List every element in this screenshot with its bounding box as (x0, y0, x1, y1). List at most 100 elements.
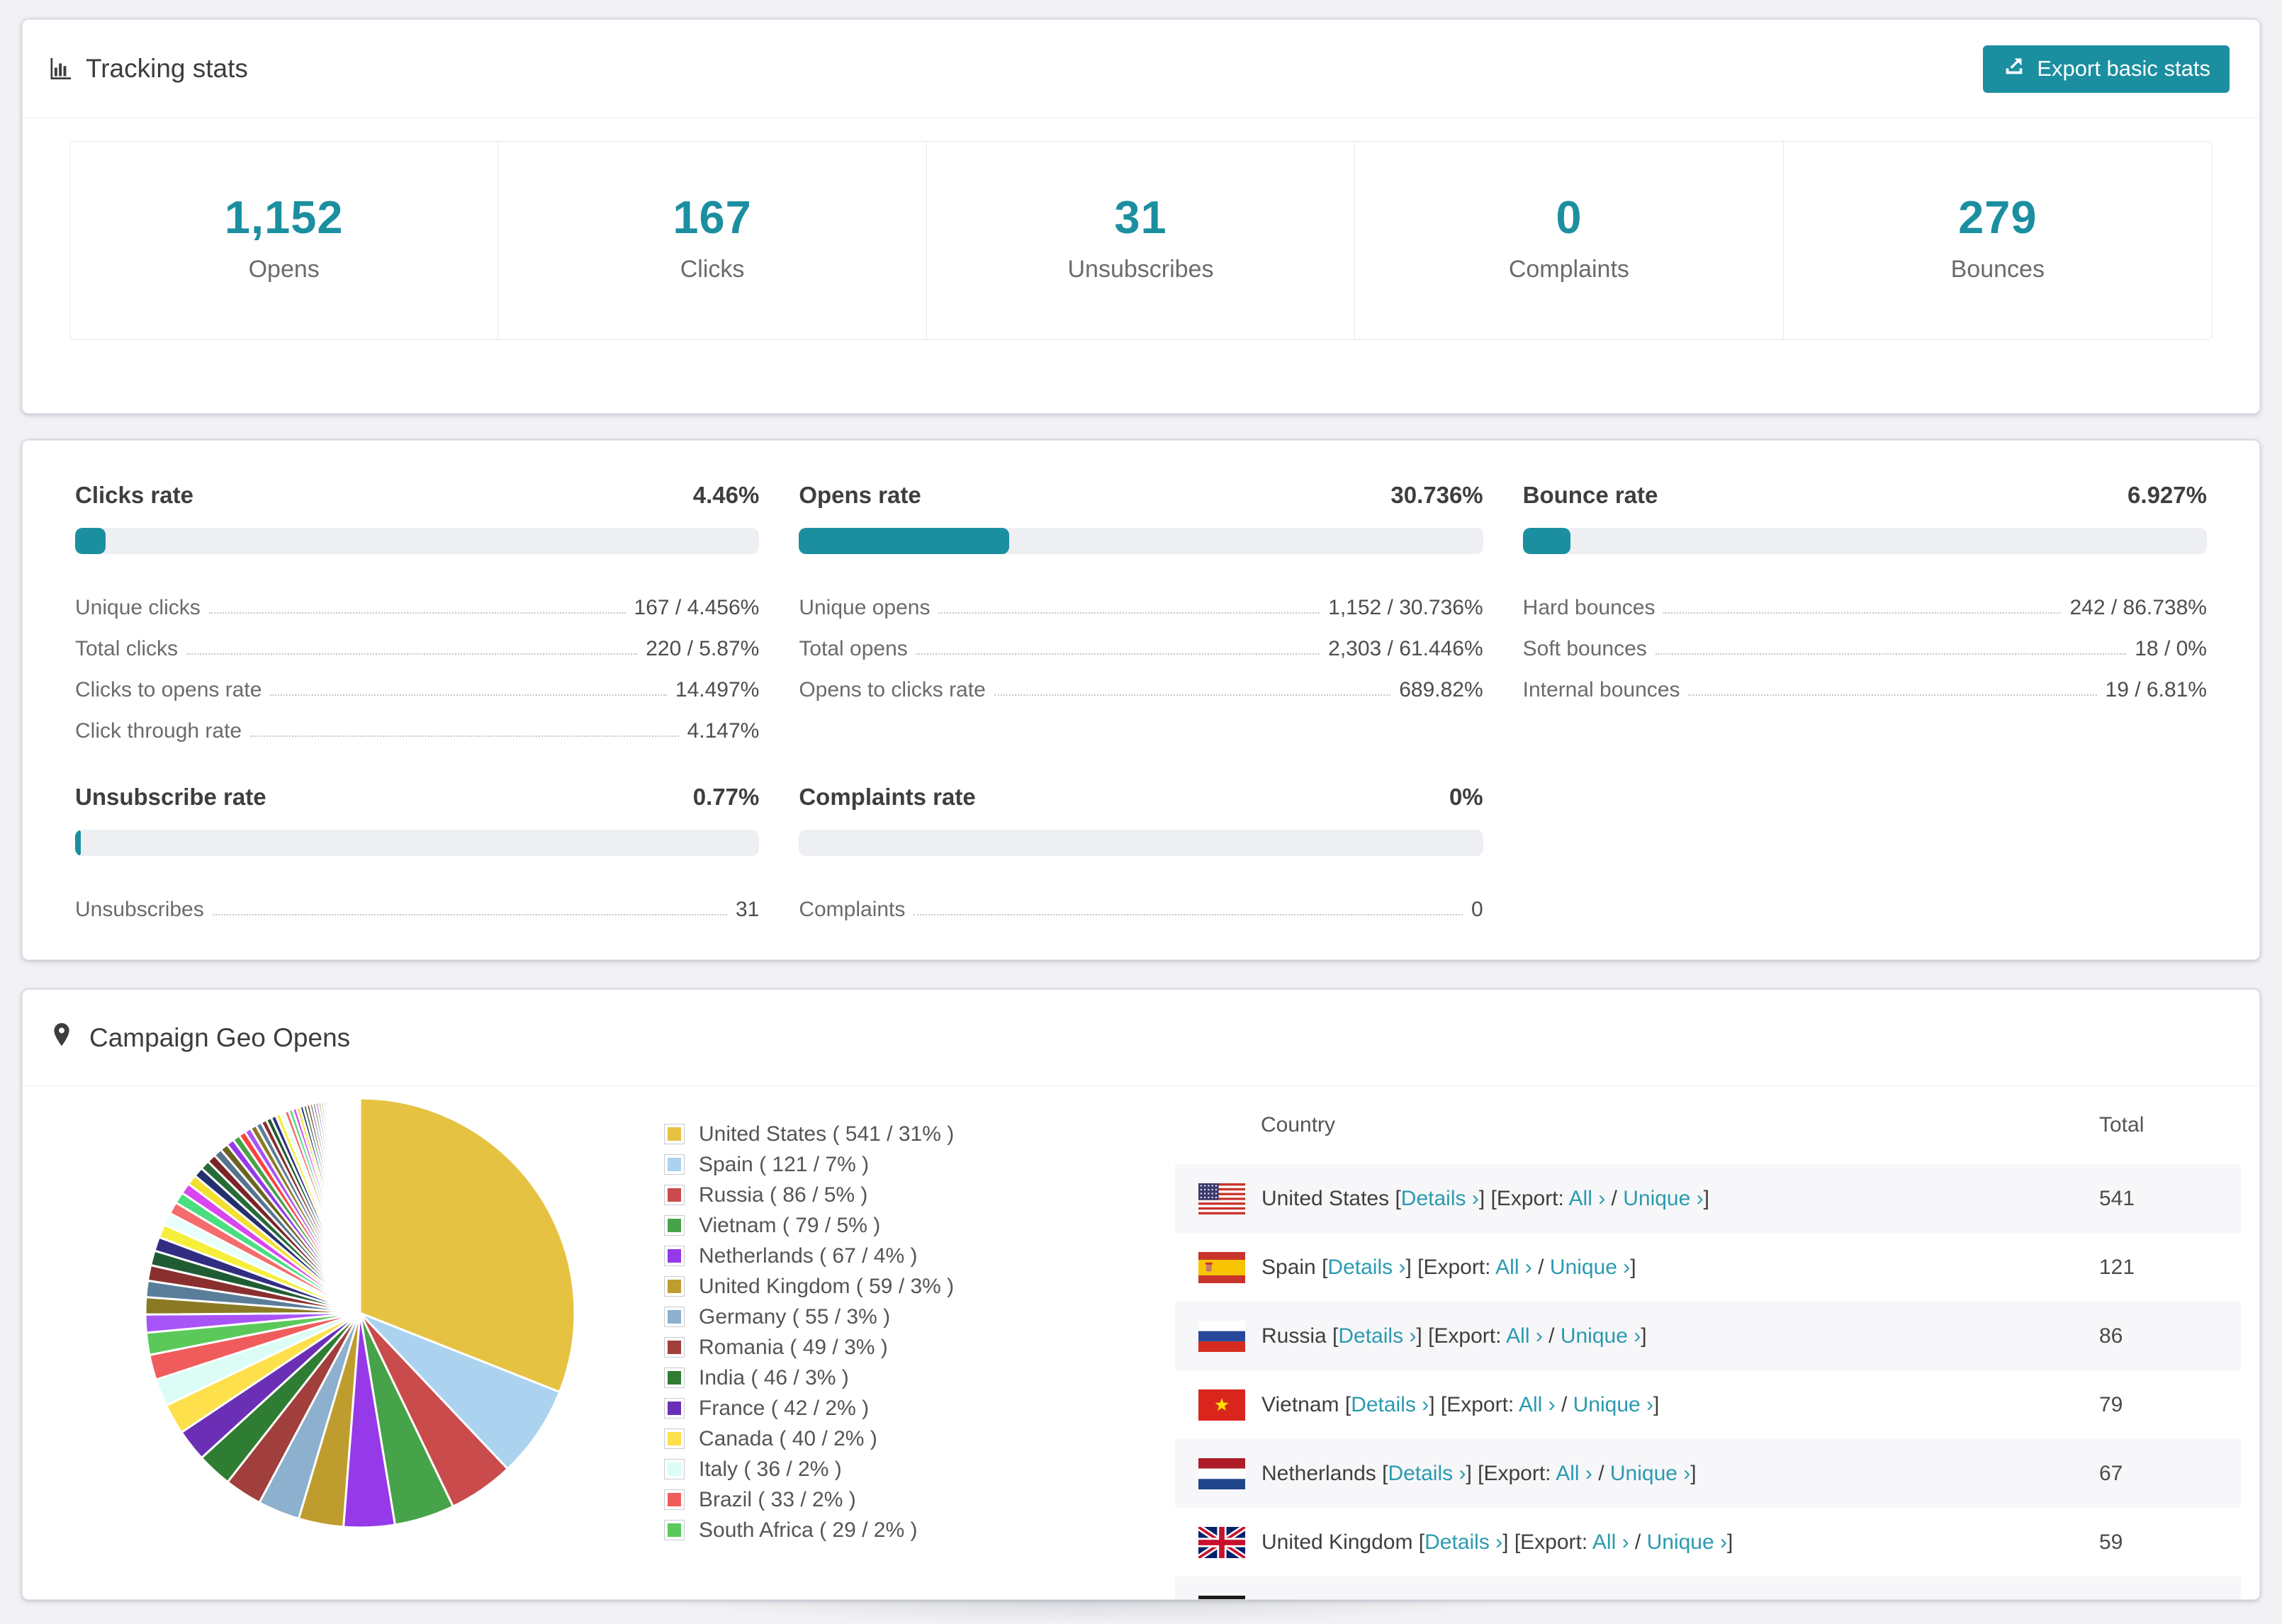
country-cell: Spain [Details ›] [Export: All › / Uniqu… (1261, 1255, 1636, 1279)
table-row: Russia [Details ›] [Export: All › / Uniq… (1175, 1302, 2241, 1370)
export-all-link[interactable]: All › (1495, 1256, 1532, 1279)
dotted-leader (1663, 612, 2062, 614)
legend-label: Germany ( 55 / 3% ) (699, 1304, 891, 1329)
export-unique-link[interactable]: Unique › (1610, 1462, 1690, 1485)
tracking-stats-card: Tracking stats Export basic stats 1,152 … (22, 19, 2260, 414)
legend-swatch (664, 1398, 685, 1419)
details-link[interactable]: Details › (1327, 1256, 1405, 1279)
pie-legend: United States ( 541 / 31% ) Spain ( 121 … (664, 1119, 954, 1545)
summary-stat-label: Clicks (680, 256, 745, 283)
rate-row: Opens to clicks rate 689.82% (799, 660, 1483, 701)
summary-stat-value: 31 (1114, 191, 1167, 243)
legend-label: United Kingdom ( 59 / 3% ) (699, 1274, 955, 1298)
rate-row-label: Total opens (799, 637, 908, 660)
legend-item: India ( 46 / 3% ) (664, 1363, 954, 1393)
dotted-leader (1655, 653, 2127, 655)
page-title: Tracking stats (47, 54, 248, 84)
total-cell: 86 (2099, 1324, 2123, 1348)
table-row: United Kingdom [Details ›] [Export: All … (1175, 1508, 2241, 1577)
rate-panel-title: Complaints rate (799, 784, 976, 810)
country-flag-icon (1198, 1595, 1245, 1599)
total-cell: 541 (2099, 1186, 2135, 1210)
dotted-leader (916, 653, 1320, 655)
rate-row-value: 0 (1471, 898, 1483, 921)
rate-row-value: 167 / 4.456% (634, 596, 760, 619)
legend-label: Russia ( 86 / 5% ) (699, 1183, 868, 1207)
rate-row: Total clicks 220 / 5.87% (75, 619, 759, 660)
geo-opens-pie-chart (144, 1097, 576, 1529)
export-unique-link[interactable]: Unique › (1583, 1599, 1663, 1600)
details-link[interactable]: Details › (1361, 1599, 1439, 1600)
progress-bar-fill (75, 830, 81, 856)
export-all-link[interactable]: All › (1529, 1599, 1566, 1600)
details-link[interactable]: Details › (1338, 1324, 1416, 1348)
country-name: Spain (1261, 1255, 1316, 1279)
country-flag-icon (1198, 1526, 1245, 1558)
legend-label: Canada ( 40 / 2% ) (699, 1426, 877, 1450)
map-pin-icon (48, 1021, 75, 1054)
legend-swatch (664, 1154, 685, 1175)
rate-panel-value: 4.46% (692, 482, 760, 508)
export-unique-link[interactable]: Unique › (1647, 1530, 1727, 1554)
rates-card: Clicks rate 4.46% Unique clicks 167 / 4.… (22, 440, 2260, 960)
country-name: United States (1261, 1186, 1390, 1210)
table-row: Netherlands [Details ›] [Export: All › /… (1175, 1439, 2241, 1508)
export-unique-link[interactable]: Unique › (1573, 1393, 1653, 1416)
rate-row-value: 242 / 86.738% (2069, 596, 2207, 619)
geo-content: United States ( 541 / 31% ) Spain ( 121 … (23, 1086, 2259, 1600)
legend-item: United States ( 541 / 31% ) (664, 1119, 954, 1149)
geo-table-header: Country Total (1175, 1086, 2241, 1164)
rate-row-value: 1,152 / 30.736% (1328, 596, 1483, 619)
legend-swatch (664, 1185, 685, 1205)
rate-panel-title: Bounce rate (1522, 482, 1658, 508)
summary-stat-cell: 167 Clicks (498, 142, 927, 339)
geo-table-rows: United States [Details ›] [Export: All ›… (1175, 1164, 2241, 1600)
export-all-link[interactable]: All › (1592, 1530, 1629, 1554)
details-link[interactable]: Details › (1351, 1393, 1429, 1416)
rate-row-label: Clicks to opens rate (75, 678, 262, 701)
legend-item: France ( 42 / 2% ) (664, 1393, 954, 1423)
rate-panel-title: Clicks rate (75, 482, 193, 508)
legend-swatch (664, 1459, 685, 1479)
details-link[interactable]: Details › (1401, 1187, 1479, 1210)
export-all-link[interactable]: All › (1519, 1393, 1556, 1416)
legend-label: Italy ( 36 / 2% ) (699, 1457, 842, 1481)
legend-item: United Kingdom ( 59 / 3% ) (664, 1271, 954, 1302)
details-link[interactable]: Details › (1388, 1462, 1466, 1485)
export-unique-link[interactable]: Unique › (1550, 1256, 1630, 1279)
export-all-link[interactable]: All › (1506, 1324, 1543, 1348)
legend-item: Netherlands ( 67 / 4% ) (664, 1241, 954, 1271)
country-flag-icon (1198, 1183, 1245, 1214)
export-all-link[interactable]: All › (1556, 1462, 1592, 1485)
progress-bar (1522, 528, 2207, 554)
rate-row: Complaints 0 (799, 880, 1483, 921)
legend-item: Russia ( 86 / 5% ) (664, 1180, 954, 1210)
details-link[interactable]: Details › (1424, 1530, 1502, 1554)
total-cell: 55 (2099, 1599, 2241, 1600)
country-cell: Russia [Details ›] [Export: All › / Uniq… (1261, 1324, 1647, 1348)
export-unique-link[interactable]: Unique › (1561, 1324, 1641, 1348)
rate-row: Unsubscribes 31 (75, 880, 759, 921)
country-cell: Vietnam [Details ›] [Export: All › / Uni… (1261, 1392, 1660, 1416)
export-all-link[interactable]: All › (1569, 1187, 1606, 1210)
legend-swatch (664, 1276, 685, 1297)
export-basic-stats-button[interactable]: Export basic stats (1983, 45, 2230, 93)
summary-stat-value: 1,152 (224, 191, 344, 243)
rate-row: Total opens 2,303 / 61.446% (799, 619, 1483, 660)
export-unique-link[interactable]: Unique › (1623, 1187, 1703, 1210)
legend-swatch (664, 1428, 685, 1449)
progress-bar (75, 528, 760, 554)
legend-item: Brazil ( 33 / 2% ) (664, 1484, 954, 1515)
rate-row: Internal bounces 19 / 6.81% (1523, 660, 2207, 701)
rate-row: Unique clicks 167 / 4.456% (75, 578, 759, 619)
rate-row-label: Unsubscribes (75, 898, 204, 921)
rate-row-value: 14.497% (675, 678, 760, 701)
summary-stat-label: Complaints (1508, 256, 1629, 283)
rate-panel-head: Unsubscribe rate 0.77% (75, 784, 759, 811)
legend-item: Italy ( 36 / 2% ) (664, 1454, 954, 1484)
rate-row-value: 689.82% (1399, 678, 1483, 701)
rate-row-label: Total clicks (75, 637, 179, 660)
rate-panel-rows: Unique opens 1,152 / 30.736% Total opens… (799, 578, 1483, 701)
rate-row-value: 2,303 / 61.446% (1328, 637, 1483, 660)
legend-swatch (664, 1215, 685, 1236)
